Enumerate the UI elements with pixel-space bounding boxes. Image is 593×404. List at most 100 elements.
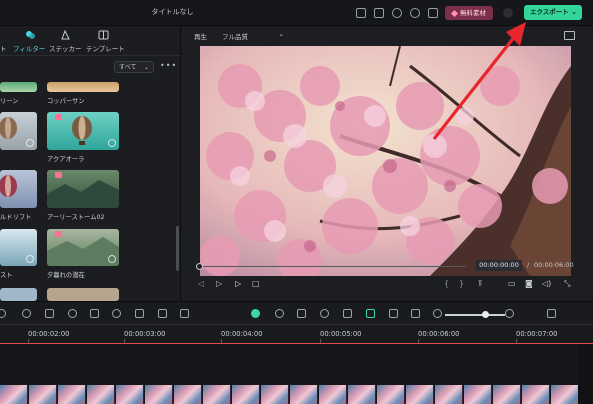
shield-icon[interactable]: [297, 309, 306, 318]
tab-text[interactable]: ト: [0, 43, 7, 53]
mask-icon[interactable]: [158, 309, 167, 318]
download-icon[interactable]: [108, 255, 116, 263]
clip-frame: [435, 385, 463, 404]
display-icon[interactable]: ▭: [508, 279, 516, 288]
undo-icon[interactable]: [0, 309, 6, 318]
quality-select-value: フル品質: [222, 33, 248, 41]
quality-select[interactable]: フル品質 ⌄: [222, 30, 284, 41]
favorite-icon: [55, 114, 62, 120]
timeline-toolbar: [0, 301, 593, 325]
clip-frame: [319, 385, 347, 404]
zoom-slider-knob[interactable]: [482, 311, 489, 318]
tab-template[interactable]: テンプレート: [86, 43, 125, 53]
filter-caption: スト: [0, 272, 13, 279]
clip-frame: [203, 385, 231, 404]
adjust-icon[interactable]: [135, 309, 144, 318]
multi-track-icon[interactable]: [411, 309, 420, 318]
balloon-icon: [0, 175, 17, 197]
ai-icon[interactable]: [251, 309, 260, 318]
filter-icon: [26, 31, 35, 39]
scrubber-handle[interactable]: [196, 263, 203, 270]
download-icon[interactable]: [26, 255, 34, 263]
clip-frame: [0, 385, 28, 404]
time-separator: /: [527, 261, 530, 269]
cloud-icon[interactable]: [392, 8, 402, 18]
clip-frame: [87, 385, 115, 404]
monitor-icon[interactable]: [356, 8, 366, 18]
filter-thumbnail[interactable]: [0, 82, 37, 92]
layout-grid-icon[interactable]: [547, 309, 556, 318]
chevron-down-icon: ⌄: [278, 30, 284, 38]
record-icon[interactable]: [275, 309, 284, 318]
zoom-slider[interactable]: [445, 314, 505, 316]
filter-thumbnail[interactable]: [47, 82, 119, 92]
tab-filter[interactable]: フィルター: [13, 43, 45, 53]
stop-icon[interactable]: □: [252, 279, 260, 288]
play-icon[interactable]: ▷: [235, 279, 241, 288]
sticker-icon: [61, 30, 70, 40]
clip-frame: [174, 385, 202, 404]
save-icon[interactable]: [374, 8, 384, 18]
filter-caption: コッパーサン: [47, 98, 85, 105]
window-title: タイトルなし: [151, 8, 194, 16]
mark-in-icon[interactable]: {: [444, 279, 449, 288]
sync-icon[interactable]: [410, 8, 420, 18]
snapshot-icon[interactable]: [564, 31, 575, 40]
player-label: 再生: [194, 33, 207, 41]
timecode-label: 00:00:03:00: [124, 330, 166, 338]
split-icon[interactable]: [180, 309, 189, 318]
filter-thumbnail[interactable]: [0, 170, 37, 208]
clip-frame: [522, 385, 550, 404]
favorite-icon: [55, 231, 62, 237]
transform-icon[interactable]: [90, 309, 99, 318]
timecode-label: 00:00:02:00: [28, 330, 70, 338]
clip-frame: [261, 385, 289, 404]
annotation-arrow: [432, 22, 526, 140]
render-icon[interactable]: ⫪: [478, 279, 483, 289]
scrubber-track[interactable]: [199, 266, 466, 267]
timeline-ruler[interactable]: 00:00:02:00 00:00:03:00 00:00:04:00 00:0…: [0, 325, 593, 345]
chevron-down-icon: ⌄: [571, 8, 577, 16]
camera-icon[interactable]: ◙: [525, 279, 533, 288]
crop-icon[interactable]: [45, 309, 54, 318]
speed-icon[interactable]: [112, 309, 121, 318]
clip-frame: [58, 385, 86, 404]
mark-out-icon[interactable]: }: [459, 279, 464, 288]
download-icon[interactable]: [26, 139, 34, 147]
total-time: 00:00:06:00: [534, 261, 574, 269]
download-icon[interactable]: [108, 139, 116, 147]
clip-frame: [29, 385, 57, 404]
timecode-label: 00:00:05:00: [320, 330, 362, 338]
more-options-icon[interactable]: •••: [160, 61, 177, 70]
template-icon: [98, 30, 109, 40]
timeline-scrollbar[interactable]: [578, 344, 593, 404]
magic-icon[interactable]: [366, 309, 375, 318]
timer-icon[interactable]: [68, 309, 77, 318]
subtitle-icon[interactable]: [343, 309, 352, 318]
microphone-icon[interactable]: [320, 309, 329, 318]
filter-caption: 夕暮れの潜在: [47, 272, 85, 279]
clip-frame: [406, 385, 434, 404]
filter-thumbnail[interactable]: [47, 288, 119, 301]
timecode-label: 00:00:04:00: [221, 330, 263, 338]
panel-scrollbar[interactable]: [176, 226, 179, 271]
chevron-down-icon: ⌄: [143, 64, 149, 71]
clip-frame: [116, 385, 144, 404]
category-select-value: すべて: [119, 64, 137, 71]
volume-icon[interactable]: ◁): [542, 279, 551, 288]
filter-caption: アクアオーラ: [47, 156, 85, 163]
tab-sticker[interactable]: ステッカー: [49, 43, 82, 53]
zoom-in-icon[interactable]: [505, 309, 514, 318]
prev-frame-icon[interactable]: ◁: [198, 279, 204, 288]
caption-icon[interactable]: [389, 309, 398, 318]
redo-icon[interactable]: [22, 309, 31, 318]
zoom-out-icon[interactable]: [433, 309, 442, 318]
step-play-icon[interactable]: ▷: [216, 279, 222, 288]
fullscreen-icon[interactable]: ⤡: [564, 279, 570, 289]
filter-thumbnail[interactable]: [0, 288, 37, 301]
clip-frame: [377, 385, 405, 404]
clip-frame: [290, 385, 318, 404]
video-clip[interactable]: [0, 385, 578, 404]
panel-tabs: ト フィルター ステッカー テンプレート: [0, 26, 181, 56]
category-select[interactable]: すべて ⌄: [114, 61, 154, 73]
